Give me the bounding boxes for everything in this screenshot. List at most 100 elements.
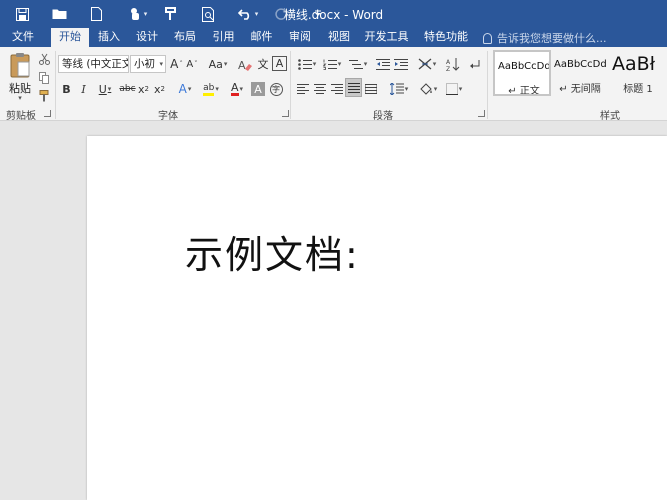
lightbulb-icon <box>483 32 492 44</box>
chinese-layout-button[interactable]: ▾ <box>414 55 440 73</box>
margin-corner-mark <box>165 192 185 212</box>
character-border-button[interactable]: A <box>272 56 287 71</box>
shading-button[interactable]: ▾ <box>416 80 440 98</box>
subscript-mark: 2 <box>144 85 149 93</box>
style-sample: AaBbCcDd <box>554 59 607 70</box>
tell-me-placeholder: 告诉我您想要做什么... <box>497 32 607 45</box>
group-divider <box>290 51 291 119</box>
format-painter-icon[interactable] <box>37 87 51 105</box>
enclose-characters-icon: 字 <box>269 82 283 96</box>
font-name-value: 等线 (中文正文 <box>62 58 129 70</box>
justify-icon <box>347 82 360 93</box>
paint-bucket-icon <box>420 82 432 95</box>
tab-layout[interactable]: 布局 <box>166 28 204 47</box>
text-effects-button[interactable]: A ▾ <box>174 80 196 98</box>
font-name-dropdown[interactable]: 等线 (中文正文 <box>58 55 129 73</box>
style-no-spacing[interactable]: AaBbCcDd ↵ 无间隔 <box>551 50 609 96</box>
numbering-button[interactable]: ▾ <box>320 55 344 73</box>
shrink-font-icon: A <box>186 58 194 70</box>
tab-insert[interactable]: 插入 <box>90 28 128 47</box>
distributed-icon <box>365 84 377 94</box>
character-shading-button[interactable]: A <box>251 82 265 96</box>
tab-references[interactable]: 引用 <box>205 28 242 47</box>
highlight-button[interactable]: ab ▾ <box>199 80 223 98</box>
tab-mailings[interactable]: 邮件 <box>243 28 280 47</box>
style-heading-1[interactable]: AaBł 标题 1 <box>609 50 667 96</box>
style-name: ↵ 无间隔 <box>559 84 601 95</box>
text-effects-icon: A <box>178 82 187 96</box>
align-right-icon <box>331 84 343 94</box>
copy-icon[interactable] <box>37 69 51 87</box>
tab-file[interactable]: 文件 <box>0 28 46 47</box>
underline-button[interactable]: U ▾ <box>94 80 116 98</box>
strikethrough-button[interactable]: abc <box>119 80 136 98</box>
font-dialog-launcher[interactable] <box>282 110 289 117</box>
clipboard-group-label: 剪贴板 <box>6 111 36 122</box>
increase-indent-button[interactable] <box>393 55 409 73</box>
clear-formatting-button[interactable]: A <box>237 55 253 73</box>
sort-button[interactable]: AZ <box>445 55 461 73</box>
font-size-value: 小初 <box>134 58 155 70</box>
styles-group-label: 样式 <box>600 111 620 122</box>
grow-font-icon: A <box>170 57 179 71</box>
show-formatting-marks-button[interactable] <box>466 55 482 73</box>
font-color-button[interactable]: A ▾ <box>225 80 249 98</box>
italic-button[interactable]: I <box>77 80 90 98</box>
style-name: 标题 1 <box>623 84 653 95</box>
grow-font-button[interactable]: A ˄ <box>169 55 184 73</box>
highlight-icon: ab <box>203 83 215 96</box>
bullets-button[interactable]: ▾ <box>295 55 319 73</box>
chevron-down-icon: ▾ <box>159 60 163 68</box>
formatting-marks-icon <box>470 60 480 69</box>
superscript-button[interactable]: x2 <box>153 80 166 98</box>
shrink-font-button[interactable]: A ˅ <box>185 55 199 73</box>
margin-corner-mark <box>635 192 655 212</box>
paste-button[interactable]: 粘贴 ▾ <box>6 50 34 104</box>
line-spacing-button[interactable]: ▾ <box>386 80 412 98</box>
font-group-label: 字体 <box>158 111 178 122</box>
ribbon-tab-bar: 文件 开始 插入 设计 布局 引用 邮件 审阅 视图 开发工具 特色功能 告诉我… <box>0 28 667 47</box>
document-canvas: 示例文档: <box>0 122 667 500</box>
character-shading-icon: A <box>254 82 262 96</box>
align-left-icon <box>297 84 309 94</box>
decrease-indent-icon <box>376 58 390 70</box>
distributed-button[interactable] <box>364 80 378 98</box>
svg-text:A: A <box>238 59 246 71</box>
paragraph-group-label: 段落 <box>373 111 393 122</box>
cut-icon[interactable] <box>37 50 51 68</box>
phonetic-guide-button[interactable]: 文 <box>255 55 271 73</box>
subscript-button[interactable]: x2 <box>137 80 150 98</box>
tell-me-search[interactable]: 告诉我您想要做什么... <box>483 30 607 46</box>
chevron-down-icon: ▾ <box>18 94 22 102</box>
multilevel-list-button[interactable]: ▾ <box>345 55 371 73</box>
character-border-icon: A <box>275 57 284 70</box>
font-size-dropdown[interactable]: 小初 ▾ <box>130 55 166 73</box>
tab-home[interactable]: 开始 <box>51 28 89 47</box>
ribbon-home: 粘贴 ▾ 剪贴板 等线 (中文正文 小初 ▾ A ˄ A ˅ Aa ▾ A 文 A B … <box>0 47 667 122</box>
italic-icon: I <box>81 82 86 96</box>
justify-button[interactable] <box>345 78 362 97</box>
document-title: 横线.docx - Word <box>283 8 384 22</box>
document-body-text[interactable]: 示例文档: <box>185 224 360 279</box>
tab-special-features[interactable]: 特色功能 <box>417 28 475 47</box>
svg-text:Z: Z <box>446 66 450 71</box>
tab-developer[interactable]: 开发工具 <box>358 28 415 47</box>
align-left-button[interactable] <box>296 80 310 98</box>
change-case-button[interactable]: Aa ▾ <box>206 55 230 73</box>
document-page[interactable]: 示例文档: <box>87 136 667 500</box>
style-sample: AaBł <box>612 53 656 75</box>
tab-review[interactable]: 审阅 <box>281 28 319 47</box>
decrease-indent-button[interactable] <box>375 55 391 73</box>
enclose-characters-button[interactable]: 字 <box>268 80 284 98</box>
sort-icon: AZ <box>446 57 460 71</box>
tab-view[interactable]: 视图 <box>320 28 358 47</box>
clipboard-dialog-launcher[interactable] <box>44 110 51 117</box>
borders-button[interactable]: ▾ <box>442 80 466 98</box>
tab-design[interactable]: 设计 <box>128 28 166 47</box>
bold-button[interactable]: B <box>60 80 73 98</box>
align-center-button[interactable] <box>313 80 327 98</box>
increase-indent-icon <box>394 58 408 70</box>
align-right-button[interactable] <box>330 80 344 98</box>
paragraph-dialog-launcher[interactable] <box>478 110 485 117</box>
style-normal[interactable]: AaBbCcDd ↵ 正文 <box>493 50 551 96</box>
